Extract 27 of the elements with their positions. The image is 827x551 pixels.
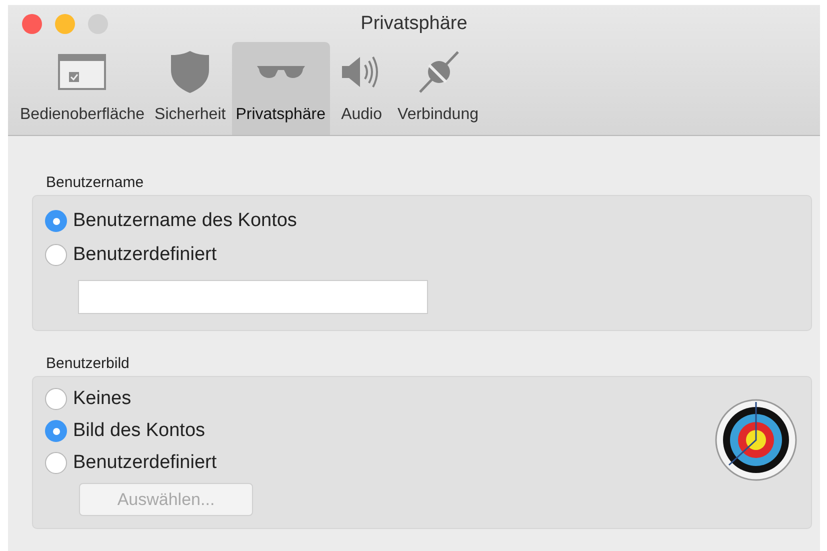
plug-icon <box>419 51 459 93</box>
shield-icon <box>171 51 210 93</box>
username-input-field[interactable] <box>78 280 428 314</box>
sunglasses-icon <box>256 66 305 78</box>
radio-button[interactable] <box>45 244 67 266</box>
target-icon <box>715 398 797 480</box>
speaker-icon <box>342 56 378 88</box>
option-label: Benutzerdefiniert <box>73 244 217 266</box>
toolbar-tab[interactable]: Verbindung <box>394 42 482 135</box>
toolbar-tab[interactable]: Bedienoberfläche <box>16 42 149 135</box>
close-button[interactable] <box>22 14 42 34</box>
option-label: Benutzername des Kontos <box>73 210 297 232</box>
section-heading: Benutzerbild <box>46 355 130 372</box>
radio-button[interactable] <box>45 420 67 442</box>
window-title: Privatsphäre <box>360 12 468 34</box>
option-label: Bild des Kontos <box>73 420 206 442</box>
option-label: Benutzerdefiniert <box>73 452 217 474</box>
minimize-button[interactable] <box>55 14 75 34</box>
option-label: Keines <box>73 388 132 410</box>
toolbar-tab[interactable]: Audio <box>332 42 392 135</box>
section-heading: Benutzername <box>46 174 145 191</box>
radio-button[interactable] <box>45 210 67 232</box>
toolbar-tab[interactable]: Privatsphäre <box>232 42 330 135</box>
radio-button[interactable] <box>45 452 67 474</box>
window-icon <box>58 54 106 90</box>
toolbar-tab[interactable]: Sicherheit <box>150 42 230 135</box>
radio-button[interactable] <box>45 388 67 410</box>
